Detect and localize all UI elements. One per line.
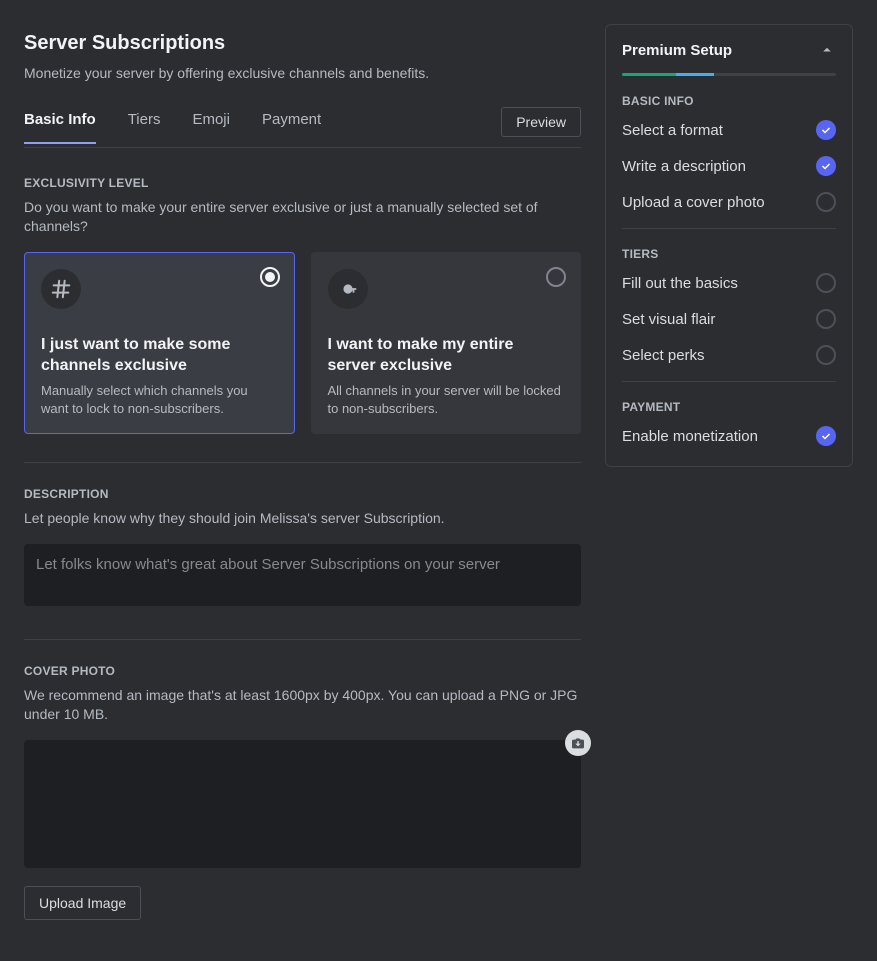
divider (622, 228, 836, 229)
option-title: I want to make my entire server exclusiv… (328, 335, 565, 377)
option-body: All channels in your server will be lock… (328, 382, 565, 417)
setup-item-select-perks[interactable]: Select perks (622, 345, 836, 365)
check-icon (816, 156, 836, 176)
tab-payment[interactable]: Payment (262, 111, 321, 144)
chevron-up-icon (818, 41, 836, 59)
setup-item-label: Enable monetization (622, 428, 758, 445)
radio-icon (546, 267, 566, 287)
upload-image-button[interactable]: Upload Image (24, 886, 141, 920)
premium-setup-title: Premium Setup (622, 42, 732, 59)
divider (24, 639, 581, 640)
exclusivity-option-entire-server[interactable]: I want to make my entire server exclusiv… (311, 252, 582, 435)
empty-circle-icon (816, 273, 836, 293)
setup-item-upload-cover[interactable]: Upload a cover photo (622, 192, 836, 212)
setup-item-enable-monetization[interactable]: Enable monetization (622, 426, 836, 446)
hash-icon (41, 269, 81, 309)
radio-icon (260, 267, 280, 287)
empty-circle-icon (816, 345, 836, 365)
page-subtitle: Monetize your server by offering exclusi… (24, 65, 581, 81)
page-title: Server Subscriptions (24, 32, 581, 55)
setup-section-tiers: TIERS (622, 247, 836, 261)
cover-heading: COVER PHOTO (24, 664, 581, 678)
tab-bar: Basic Info Tiers Emoji Payment Preview (24, 107, 581, 148)
tab-basic-info[interactable]: Basic Info (24, 111, 96, 144)
preview-button[interactable]: Preview (501, 107, 581, 137)
setup-section-basic-info: BASIC INFO (622, 94, 836, 108)
key-icon (328, 269, 368, 309)
description-desc: Let people know why they should join Mel… (24, 509, 581, 528)
check-icon (816, 426, 836, 446)
exclusivity-desc: Do you want to make your entire server e… (24, 198, 581, 236)
empty-circle-icon (816, 192, 836, 212)
premium-setup-panel: Premium Setup BASIC INFO Select a format… (605, 24, 853, 467)
setup-item-visual-flair[interactable]: Set visual flair (622, 309, 836, 329)
tab-emoji[interactable]: Emoji (192, 111, 230, 144)
empty-circle-icon (816, 309, 836, 329)
option-title: I just want to make some channels exclus… (41, 335, 278, 377)
option-body: Manually select which channels you want … (41, 382, 278, 417)
setup-item-write-description[interactable]: Write a description (622, 156, 836, 176)
description-input[interactable] (24, 544, 581, 606)
setup-progress-bar (622, 73, 836, 76)
premium-setup-toggle[interactable]: Premium Setup (622, 41, 836, 59)
cover-desc: We recommend an image that's at least 16… (24, 686, 581, 724)
setup-item-select-format[interactable]: Select a format (622, 120, 836, 140)
setup-item-label: Fill out the basics (622, 275, 738, 292)
setup-item-label: Upload a cover photo (622, 194, 765, 211)
tab-tiers[interactable]: Tiers (128, 111, 161, 144)
description-heading: DESCRIPTION (24, 487, 581, 501)
divider (622, 381, 836, 382)
setup-section-payment: PAYMENT (622, 400, 836, 414)
cover-photo-preview (24, 740, 581, 868)
divider (24, 462, 581, 463)
upload-icon[interactable] (565, 730, 591, 756)
setup-item-label: Set visual flair (622, 311, 715, 328)
setup-item-fill-basics[interactable]: Fill out the basics (622, 273, 836, 293)
exclusivity-heading: EXCLUSIVITY LEVEL (24, 176, 581, 190)
setup-item-label: Select perks (622, 347, 705, 364)
exclusivity-option-some-channels[interactable]: I just want to make some channels exclus… (24, 252, 295, 435)
check-icon (816, 120, 836, 140)
setup-item-label: Write a description (622, 158, 746, 175)
setup-item-label: Select a format (622, 122, 723, 139)
